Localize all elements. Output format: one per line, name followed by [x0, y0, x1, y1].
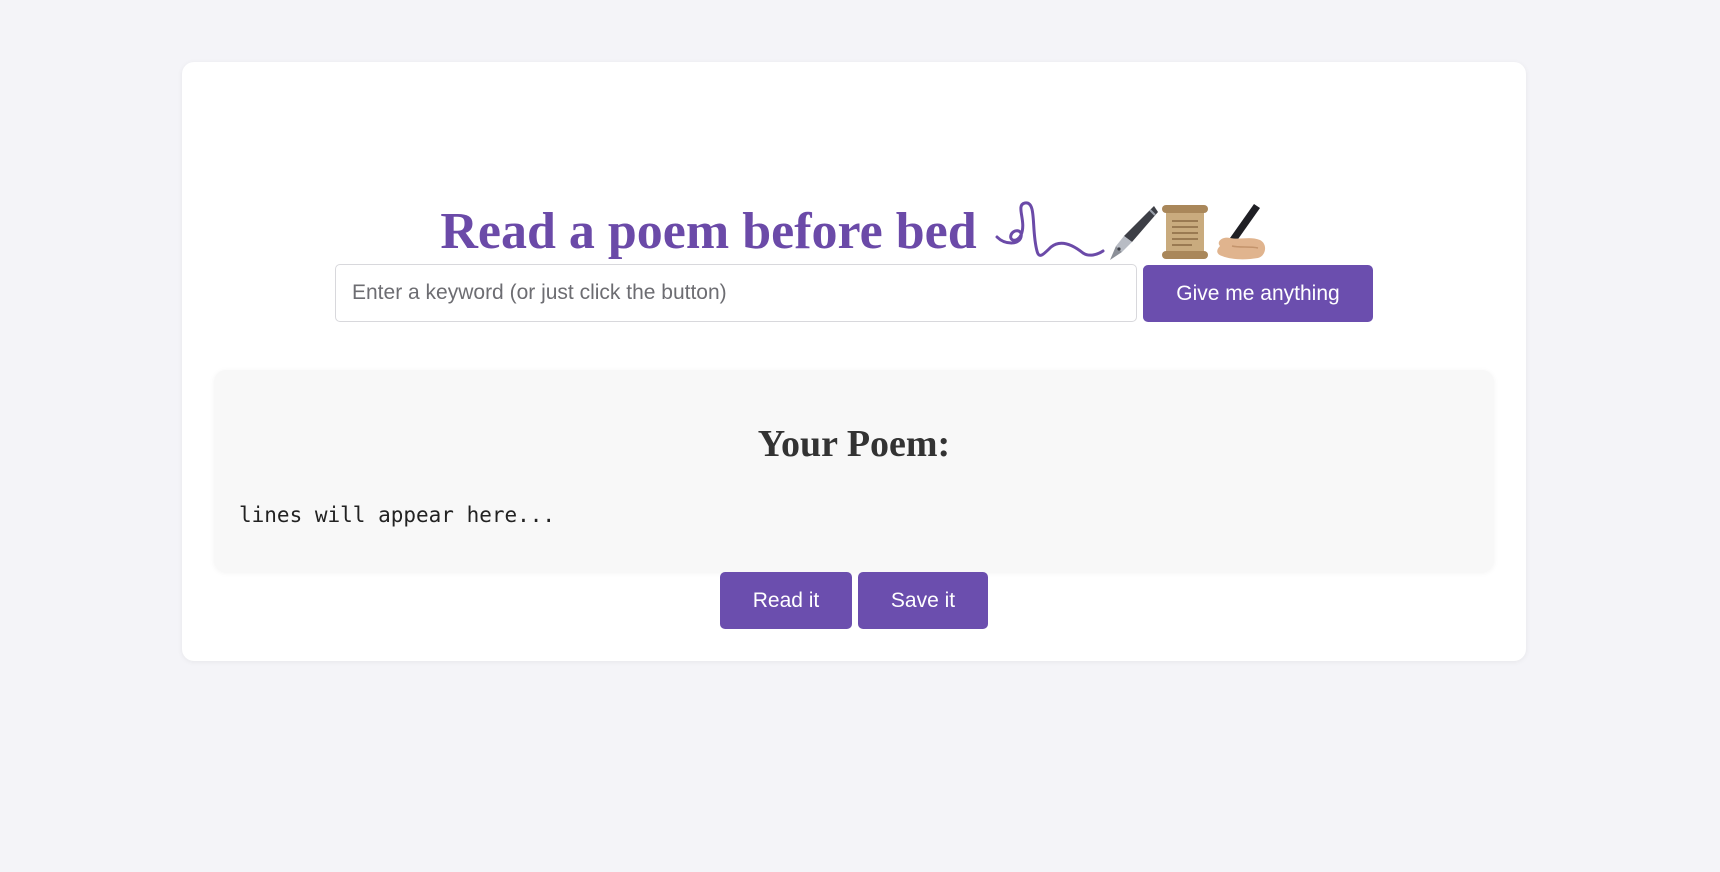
read-it-button[interactable]: Read it — [720, 572, 852, 629]
title-row: Read a poem before bed — [182, 192, 1526, 272]
flourish-icon — [995, 201, 1105, 257]
poem-body: lines will appear here... — [239, 503, 556, 527]
fountain-pen-icon — [1109, 206, 1158, 260]
give-me-anything-button[interactable]: Give me anything — [1143, 265, 1373, 322]
save-it-button[interactable]: Save it — [858, 572, 988, 629]
scroll-icon — [1161, 205, 1208, 259]
page-title: Read a poem before bed — [440, 203, 977, 260]
poem-panel: Your Poem: lines will appear here... — [214, 370, 1494, 572]
writing-hand-icon — [1216, 204, 1265, 260]
title-decorations — [991, 197, 1268, 267]
poem-heading: Your Poem: — [757, 423, 951, 465]
keyword-search-input[interactable] — [335, 264, 1137, 322]
